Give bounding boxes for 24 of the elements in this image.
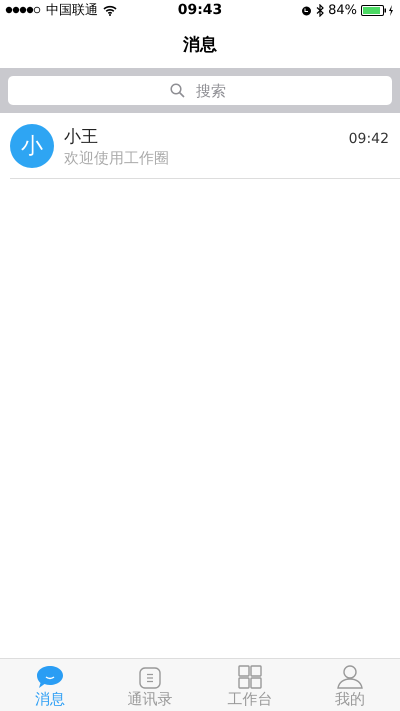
tab[interactable]: 我的 (300, 659, 400, 711)
message-preview: 欢迎使用工作圈 (64, 148, 170, 168)
battery-icon (361, 4, 396, 16)
wifi-icon (103, 4, 117, 16)
contacts-book-icon (139, 667, 161, 689)
search-icon (170, 83, 185, 98)
tab[interactable]: 工作台 (200, 659, 300, 711)
contact-name: 小王 (64, 126, 99, 148)
message-time: 09:42 (348, 131, 389, 147)
tab[interactable]: 消息 (0, 659, 100, 711)
person-icon (337, 665, 363, 689)
carrier-name: 中国联通 (46, 2, 98, 19)
clock-time: 09:43 (178, 2, 222, 18)
search-field[interactable]: 搜索 (8, 76, 392, 105)
chat-bubble-icon (36, 665, 64, 689)
avatar: 小 (10, 124, 54, 168)
alarm-icon (301, 4, 312, 16)
page-title: 消息 (183, 34, 217, 56)
grid-icon (238, 665, 262, 689)
conversation-row[interactable]: 小 小王 欢迎使用工作圈 09:42 (10, 114, 400, 179)
tab[interactable]: 通讯录 (100, 659, 200, 711)
battery-percent: 84% (328, 2, 358, 18)
bluetooth-icon (316, 4, 324, 16)
signal-icon (5, 6, 41, 14)
